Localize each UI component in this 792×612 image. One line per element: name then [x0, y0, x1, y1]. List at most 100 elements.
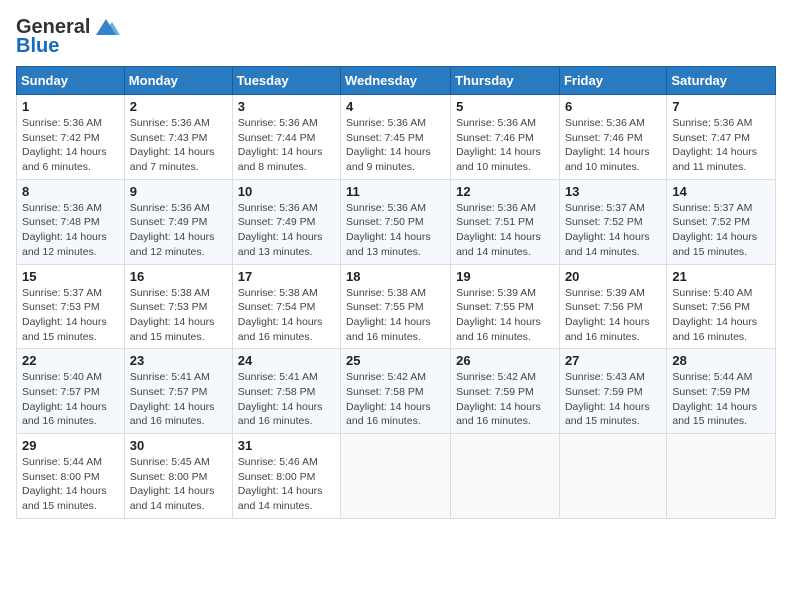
calendar-cell: 30 Sunrise: 5:45 AMSunset: 8:00 PMDayligh…: [124, 434, 232, 519]
day-info: Sunrise: 5:43 AMSunset: 7:59 PMDaylight:…: [565, 370, 661, 429]
day-header-wednesday: Wednesday: [341, 67, 451, 95]
day-info: Sunrise: 5:36 AMSunset: 7:46 PMDaylight:…: [456, 116, 554, 175]
day-info: Sunrise: 5:36 AMSunset: 7:42 PMDaylight:…: [22, 116, 119, 175]
day-info: Sunrise: 5:36 AMSunset: 7:44 PMDaylight:…: [238, 116, 335, 175]
day-number: 26: [456, 353, 554, 368]
calendar-cell: 18 Sunrise: 5:38 AMSunset: 7:55 PMDayligh…: [341, 264, 451, 349]
day-number: 10: [238, 184, 335, 199]
day-number: 16: [130, 269, 227, 284]
day-info: Sunrise: 5:36 AMSunset: 7:47 PMDaylight:…: [672, 116, 770, 175]
calendar-cell: 26 Sunrise: 5:42 AMSunset: 7:59 PMDayligh…: [451, 349, 560, 434]
calendar-cell: 5 Sunrise: 5:36 AMSunset: 7:46 PMDaylight…: [451, 95, 560, 180]
logo-icon: [92, 17, 120, 39]
calendar-cell: 25 Sunrise: 5:42 AMSunset: 7:58 PMDayligh…: [341, 349, 451, 434]
day-info: Sunrise: 5:37 AMSunset: 7:52 PMDaylight:…: [672, 201, 770, 260]
day-info: Sunrise: 5:37 AMSunset: 7:53 PMDaylight:…: [22, 286, 119, 345]
calendar-cell: 8 Sunrise: 5:36 AMSunset: 7:48 PMDaylight…: [17, 179, 125, 264]
calendar-cell: 17Sunrise: 5:38 AMSunset: 7:54 PMDayligh…: [232, 264, 340, 349]
day-number: 20: [565, 269, 661, 284]
day-info: Sunrise: 5:44 AMSunset: 8:00 PMDaylight:…: [22, 455, 119, 514]
day-info: Sunrise: 5:41 AMSunset: 7:57 PMDaylight:…: [130, 370, 227, 429]
calendar-cell: 9 Sunrise: 5:36 AMSunset: 7:49 PMDaylight…: [124, 179, 232, 264]
calendar-cell: [451, 434, 560, 519]
day-number: 22: [22, 353, 119, 368]
logo: General Blue: [16, 16, 120, 58]
calendar-cell: 13Sunrise: 5:37 AMSunset: 7:52 PMDayligh…: [559, 179, 666, 264]
calendar-week-row: 15 Sunrise: 5:37 AMSunset: 7:53 PMDayligh…: [17, 264, 776, 349]
day-info: Sunrise: 5:36 AMSunset: 7:50 PMDaylight:…: [346, 201, 445, 260]
calendar-table: SundayMondayTuesdayWednesdayThursdayFrid…: [16, 66, 776, 519]
calendar-cell: 23 Sunrise: 5:41 AMSunset: 7:57 PMDayligh…: [124, 349, 232, 434]
calendar-cell: 14Sunrise: 5:37 AMSunset: 7:52 PMDayligh…: [667, 179, 776, 264]
day-number: 24: [238, 353, 335, 368]
day-number: 17: [238, 269, 335, 284]
calendar-cell: [667, 434, 776, 519]
day-number: 30: [130, 438, 227, 453]
logo-blue-text: Blue: [16, 35, 59, 58]
day-number: 25: [346, 353, 445, 368]
day-info: Sunrise: 5:36 AMSunset: 7:51 PMDaylight:…: [456, 201, 554, 260]
calendar-cell: 12Sunrise: 5:36 AMSunset: 7:51 PMDayligh…: [451, 179, 560, 264]
day-info: Sunrise: 5:39 AMSunset: 7:55 PMDaylight:…: [456, 286, 554, 345]
calendar-cell: 28Sunrise: 5:44 AMSunset: 7:59 PMDayligh…: [667, 349, 776, 434]
day-info: Sunrise: 5:42 AMSunset: 7:59 PMDaylight:…: [456, 370, 554, 429]
day-header-tuesday: Tuesday: [232, 67, 340, 95]
day-info: Sunrise: 5:41 AMSunset: 7:58 PMDaylight:…: [238, 370, 335, 429]
day-header-saturday: Saturday: [667, 67, 776, 95]
day-info: Sunrise: 5:36 AMSunset: 7:46 PMDaylight:…: [565, 116, 661, 175]
day-info: Sunrise: 5:40 AMSunset: 7:57 PMDaylight:…: [22, 370, 119, 429]
day-info: Sunrise: 5:42 AMSunset: 7:58 PMDaylight:…: [346, 370, 445, 429]
day-info: Sunrise: 5:45 AMSunset: 8:00 PMDaylight:…: [130, 455, 227, 514]
calendar-cell: 21 Sunrise: 5:40 AMSunset: 7:56 PMDayligh…: [667, 264, 776, 349]
day-info: Sunrise: 5:36 AMSunset: 7:43 PMDaylight:…: [130, 116, 227, 175]
calendar-cell: 24 Sunrise: 5:41 AMSunset: 7:58 PMDayligh…: [232, 349, 340, 434]
calendar-cell: 16 Sunrise: 5:38 AMSunset: 7:53 PMDayligh…: [124, 264, 232, 349]
day-info: Sunrise: 5:36 AMSunset: 7:45 PMDaylight:…: [346, 116, 445, 175]
calendar-week-row: 8 Sunrise: 5:36 AMSunset: 7:48 PMDaylight…: [17, 179, 776, 264]
calendar-week-row: 1 Sunrise: 5:36 AMSunset: 7:42 PMDaylight…: [17, 95, 776, 180]
day-number: 8: [22, 184, 119, 199]
day-number: 2: [130, 99, 227, 114]
calendar-cell: 4 Sunrise: 5:36 AMSunset: 7:45 PMDaylight…: [341, 95, 451, 180]
calendar-cell: 10 Sunrise: 5:36 AMSunset: 7:49 PMDayligh…: [232, 179, 340, 264]
day-number: 5: [456, 99, 554, 114]
calendar-cell: 11 Sunrise: 5:36 AMSunset: 7:50 PMDayligh…: [341, 179, 451, 264]
calendar-cell: 1 Sunrise: 5:36 AMSunset: 7:42 PMDaylight…: [17, 95, 125, 180]
day-number: 15: [22, 269, 119, 284]
day-number: 21: [672, 269, 770, 284]
day-info: Sunrise: 5:38 AMSunset: 7:55 PMDaylight:…: [346, 286, 445, 345]
day-header-friday: Friday: [559, 67, 666, 95]
day-info: Sunrise: 5:36 AMSunset: 7:48 PMDaylight:…: [22, 201, 119, 260]
day-number: 7: [672, 99, 770, 114]
day-header-monday: Monday: [124, 67, 232, 95]
calendar-cell: 22 Sunrise: 5:40 AMSunset: 7:57 PMDayligh…: [17, 349, 125, 434]
day-number: 31: [238, 438, 335, 453]
day-info: Sunrise: 5:39 AMSunset: 7:56 PMDaylight:…: [565, 286, 661, 345]
day-number: 4: [346, 99, 445, 114]
calendar-cell: 6 Sunrise: 5:36 AMSunset: 7:46 PMDaylight…: [559, 95, 666, 180]
day-number: 27: [565, 353, 661, 368]
day-info: Sunrise: 5:38 AMSunset: 7:53 PMDaylight:…: [130, 286, 227, 345]
day-info: Sunrise: 5:36 AMSunset: 7:49 PMDaylight:…: [130, 201, 227, 260]
day-number: 6: [565, 99, 661, 114]
day-info: Sunrise: 5:36 AMSunset: 7:49 PMDaylight:…: [238, 201, 335, 260]
day-header-thursday: Thursday: [451, 67, 560, 95]
page-header: General Blue: [16, 16, 776, 58]
calendar-cell: 27 Sunrise: 5:43 AMSunset: 7:59 PMDayligh…: [559, 349, 666, 434]
day-number: 9: [130, 184, 227, 199]
day-info: Sunrise: 5:46 AMSunset: 8:00 PMDaylight:…: [238, 455, 335, 514]
calendar-cell: 2 Sunrise: 5:36 AMSunset: 7:43 PMDaylight…: [124, 95, 232, 180]
day-number: 13: [565, 184, 661, 199]
day-number: 1: [22, 99, 119, 114]
day-number: 23: [130, 353, 227, 368]
day-number: 11: [346, 184, 445, 199]
calendar-week-row: 29 Sunrise: 5:44 AMSunset: 8:00 PMDayligh…: [17, 434, 776, 519]
calendar-cell: 7 Sunrise: 5:36 AMSunset: 7:47 PMDaylight…: [667, 95, 776, 180]
day-info: Sunrise: 5:40 AMSunset: 7:56 PMDaylight:…: [672, 286, 770, 345]
day-info: Sunrise: 5:44 AMSunset: 7:59 PMDaylight:…: [672, 370, 770, 429]
day-number: 18: [346, 269, 445, 284]
day-header-sunday: Sunday: [17, 67, 125, 95]
calendar-cell: 20 Sunrise: 5:39 AMSunset: 7:56 PMDayligh…: [559, 264, 666, 349]
day-number: 29: [22, 438, 119, 453]
day-number: 3: [238, 99, 335, 114]
